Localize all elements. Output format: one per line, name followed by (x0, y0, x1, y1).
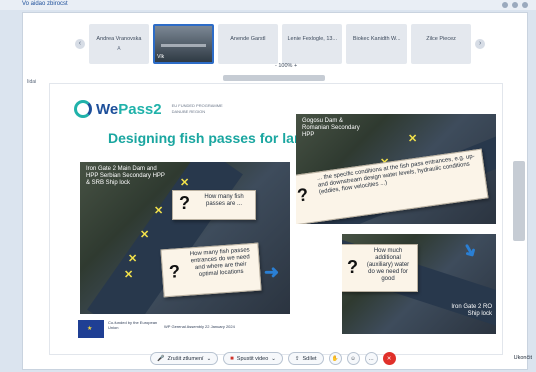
participant-tile[interactable]: Zilce Piecez (410, 24, 472, 64)
chevron-down-icon: ⌄ (206, 355, 212, 362)
participant-name: Biokec Kanidth W... (352, 36, 401, 42)
share-label: Sdílet (302, 355, 317, 362)
vertical-scrollbar[interactable] (513, 161, 525, 241)
participant-tile[interactable]: Andrea Vranovska A (88, 24, 150, 64)
close-icon: ✕ (386, 355, 392, 362)
map-gogosu-dam: Gogosu Dam & Romanian Secondary HPP ✕ ✕ … (296, 114, 496, 224)
participant-name: Lenie Fexlogle, 13... (287, 36, 338, 42)
participant-sub: A (117, 46, 121, 52)
side-label: Iidai (27, 79, 37, 85)
question-box: ? How many fish passes entrances do we n… (160, 242, 262, 298)
map-label: Iron Gate 2 RO Ship lock (451, 304, 492, 317)
question-mark-icon: ? (168, 261, 181, 282)
arrow-right-icon: ➜ (264, 262, 280, 282)
shared-slide: WePass2 EU FUNDED PROGRAMME DANUBE REGIO… (49, 83, 503, 355)
eu-cofunded-text: Co-funded by the European Union (108, 320, 158, 330)
participant-name: Zilce Piecez (426, 36, 456, 42)
site-marker-icon: ✕ (154, 205, 164, 217)
question-mark-icon: ? (179, 193, 190, 213)
site-marker-icon: ✕ (408, 133, 418, 145)
app-icon-3[interactable] (522, 2, 528, 8)
map-iron-gate-ship-lock: ? How much additional (auxiliary) water … (342, 234, 496, 334)
logo-text-a: We (96, 100, 119, 118)
unmute-button[interactable]: 🎤 Zrušit ztlumení ⌄ (150, 352, 219, 365)
arrow-down-icon: ➜ (457, 238, 483, 262)
hand-icon: ✋ (331, 355, 339, 362)
wepass-logo-icon (74, 100, 92, 118)
participant-video-tile[interactable]: Vlk (153, 24, 214, 64)
smile-icon: ☺ (350, 355, 356, 362)
participant-name: Andrea Vranovska (96, 36, 142, 42)
more-icon: … (368, 355, 374, 362)
site-marker-icon: ✕ (128, 253, 138, 265)
site-marker-icon: ✕ (124, 269, 134, 281)
participant-strip: ‹ Andrea Vranovska A Vlk Anende Garstl L… (75, 23, 486, 65)
participant-tile[interactable]: Biokec Kanidth W... (346, 24, 407, 64)
app-icon-2[interactable] (512, 2, 518, 8)
question-text: How many fish passes entrances do we nee… (189, 247, 250, 278)
wepass-logo: WePass2 EU FUNDED PROGRAMME DANUBE REGIO… (74, 100, 232, 118)
start-video-label: Spustit video (236, 355, 269, 362)
video-feed (161, 44, 206, 47)
site-marker-icon: ✕ (180, 177, 190, 189)
event-date-text: WP Gerenal Assembly 22 January 2024 (164, 324, 235, 329)
raise-hand-button[interactable]: ✋ (328, 352, 342, 365)
horizontal-scrollbar[interactable] (223, 75, 325, 81)
site-marker-icon: ✕ (140, 229, 150, 241)
map-label: Gogosu Dam & Romanian Secondary HPP (302, 118, 360, 138)
camera-off-icon: ■ (230, 355, 234, 362)
video-label: Vlk (157, 54, 165, 60)
unmute-label: Zrušit ztlumení (167, 355, 204, 362)
start-video-button[interactable]: ■ Spustit video ⌄ (223, 352, 283, 365)
more-options-button[interactable]: … (364, 352, 378, 365)
map-label: Iron Gate 2 Main Dam and HPP Serbian Sec… (86, 166, 165, 186)
app-icon-1[interactable] (502, 2, 508, 8)
zoom-control[interactable]: - 100% + (275, 63, 297, 69)
map-iron-gate-main: Iron Gate 2 Main Dam and HPP Serbian Sec… (80, 162, 290, 314)
top-bar: Vo aidao zbirocst (0, 0, 536, 10)
logo-subtitle: EU FUNDED PROGRAMME DANUBE REGION (171, 103, 223, 114)
close-panel-link[interactable]: Ukončit (514, 355, 532, 361)
eu-flag-icon: ★ (78, 320, 104, 338)
top-bar-label: Vo aidao zbirocst (22, 1, 68, 7)
participant-tile[interactable]: Anende Garstl (217, 24, 279, 64)
meeting-window: ‹ Andrea Vranovska A Vlk Anende Garstl L… (22, 12, 528, 370)
reactions-button[interactable]: ☺ (346, 352, 360, 365)
top-bar-icons (502, 2, 528, 8)
participant-tile[interactable]: Lenie Fexlogle, 13... (282, 24, 343, 64)
call-controls: 🎤 Zrušit ztlumení ⌄ ■ Spustit video ⌄ ⇪ … (150, 352, 396, 365)
question-box: ? How much additional (auxiliary) water … (342, 244, 418, 292)
question-box: ? How many fish passes are ... (172, 190, 256, 220)
slide-title: Designing fish passes for large (108, 130, 316, 146)
chevron-right-icon[interactable]: › (475, 39, 486, 49)
question-mark-icon: ? (347, 257, 358, 277)
question-box: ? ... the specific conditions at the fis… (296, 148, 489, 224)
microphone-off-icon: 🎤 (157, 356, 165, 362)
share-icon: ⇪ (294, 355, 300, 362)
chevron-down-icon: ⌄ (271, 355, 276, 362)
end-call-button[interactable]: ✕ (382, 352, 396, 365)
logo-text-b: Pass2 (118, 100, 162, 118)
chevron-left-icon[interactable]: ‹ (75, 39, 85, 49)
share-button[interactable]: ⇪ Sdílet (287, 352, 324, 365)
participant-name: Anende Garstl (230, 36, 266, 42)
logo-text: WePass2 (96, 101, 162, 118)
